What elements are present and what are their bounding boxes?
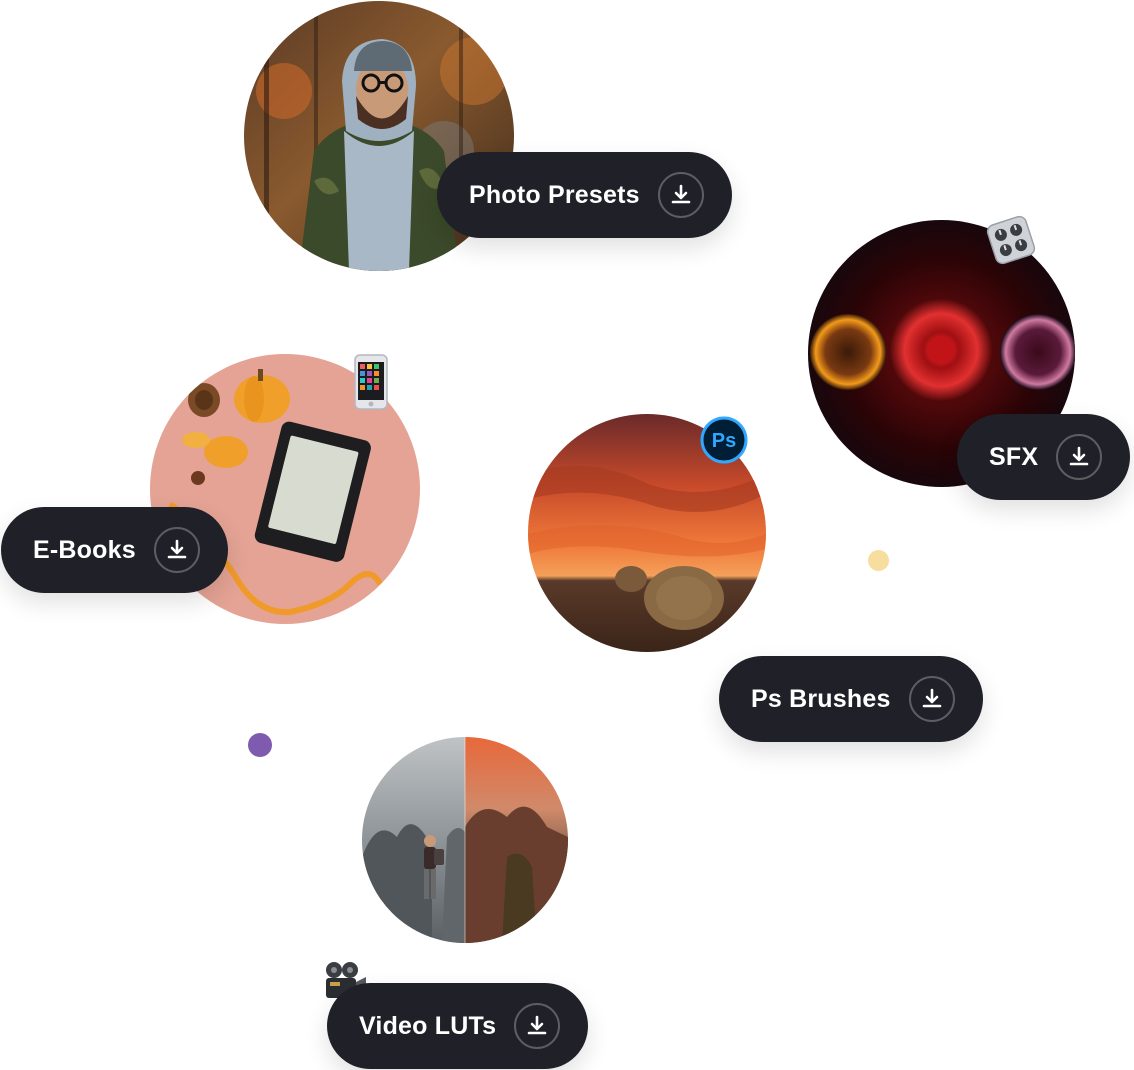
photo-presets-label: Photo Presets [469, 180, 640, 209]
decorative-dot-yellow [868, 550, 889, 571]
download-icon[interactable] [1056, 434, 1103, 480]
photoshop-icon: Ps [700, 416, 748, 464]
video-luts-button[interactable]: Video LUTs [327, 983, 589, 1069]
mixer-knobs-icon [983, 212, 1039, 268]
decorative-dot-purple [248, 733, 272, 757]
ebooks-label: E-Books [33, 535, 136, 564]
download-icon[interactable] [153, 527, 200, 573]
sfx-button[interactable]: SFX [957, 414, 1131, 500]
ebooks-button[interactable]: E-Books [1, 507, 228, 593]
photoshop-badge-text: Ps [712, 430, 736, 452]
video-luts-image [362, 737, 568, 943]
download-icon[interactable] [908, 676, 955, 722]
sfx-label: SFX [989, 442, 1039, 471]
video-luts-label: Video LUTs [359, 1011, 497, 1040]
download-icon[interactable] [657, 172, 704, 218]
ps-brushes-button[interactable]: Ps Brushes [719, 656, 983, 742]
photo-presets-button[interactable]: Photo Presets [437, 152, 732, 238]
download-icon[interactable] [514, 1003, 561, 1049]
smartphone-icon [354, 354, 388, 410]
ps-brushes-label: Ps Brushes [751, 684, 891, 713]
